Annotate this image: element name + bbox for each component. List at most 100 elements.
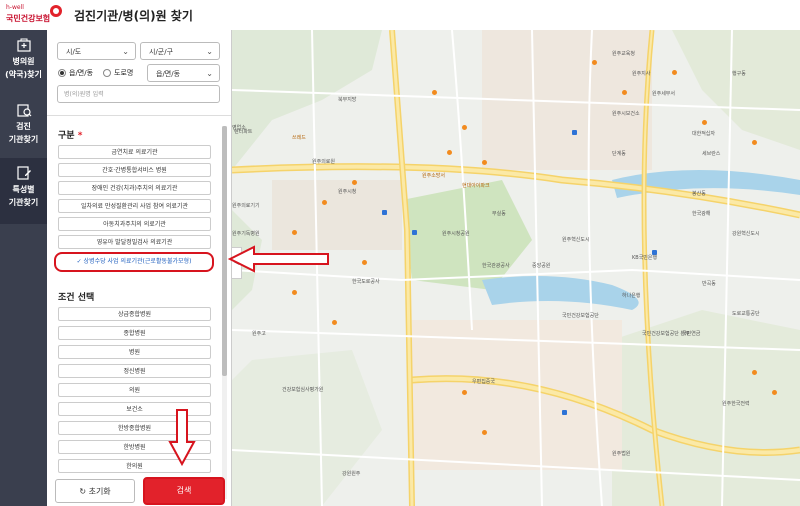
nhis-logo[interactable]: h-well 국민건강보험 [6, 4, 66, 26]
nav-label: 특성별 [12, 185, 35, 194]
radio-road[interactable]: 도로명 [103, 67, 133, 79]
map-label: 원주시청공원 [442, 231, 470, 237]
map-label: 행구동 [732, 71, 746, 77]
map-poi-icon[interactable] [482, 430, 487, 435]
map-poi-icon[interactable] [352, 180, 357, 185]
nav-item-hospital[interactable]: 병의원 (약국)찾기 [0, 30, 47, 92]
category-title-text: 구분 [58, 131, 75, 141]
sido-select[interactable]: 시/도 ⌄ [57, 42, 136, 60]
nav-label: 기관찾기 [8, 198, 39, 207]
edit-document-icon [16, 166, 31, 180]
map-bank-icon[interactable] [412, 230, 417, 235]
map-label: 강원혁신도시 [732, 231, 760, 237]
map-poi-icon[interactable] [462, 390, 467, 395]
category-option[interactable]: 간호·간병통합서비스 병원 [58, 163, 211, 177]
hospital-name-input[interactable]: 병(의)원명 입력 [57, 85, 220, 103]
category-option-selected[interactable]: ✓ 상병수당 사업 의료기관(근로활동불가모형) [54, 252, 214, 272]
category-title: 구분 * [58, 128, 82, 141]
scrollbar[interactable] [222, 126, 227, 499]
left-nav: 병의원 (약국)찾기 검진 기관찾기 특성별 기관찾기 [0, 30, 47, 506]
chevron-down-icon: ⌄ [206, 69, 213, 78]
sigungu-select[interactable]: 시/군/구 ⌄ [140, 42, 220, 60]
map-poi-icon[interactable] [432, 90, 437, 95]
map-poi-icon[interactable] [752, 370, 757, 375]
map-label: 원주교육청 [612, 51, 636, 57]
map-poi-icon[interactable] [702, 120, 707, 125]
map-label: 원주지사 [632, 71, 651, 77]
map-bank-icon[interactable] [382, 210, 387, 215]
option-label: 상병수당 사업 의료기관(근로활동불가모형) [83, 258, 192, 265]
map-label: 단계동 [612, 151, 626, 157]
condition-option[interactable]: 의원 [58, 383, 211, 397]
nav-label: 검진 [16, 122, 31, 131]
map-label: 강원원주 [342, 471, 361, 477]
map-label: 도로교통공단 [732, 311, 760, 317]
search-button[interactable]: 검색 [143, 477, 225, 505]
conditions-title: 조건 선택 [58, 293, 95, 303]
emd-select[interactable]: 읍/면/동 ⌄ [147, 64, 220, 82]
map-label: 원주법원 [612, 451, 631, 457]
map-label: 북부지방 [338, 97, 357, 103]
map-poi-icon[interactable] [332, 320, 337, 325]
map-poi-icon[interactable] [362, 260, 367, 265]
map-label: 한국도로공사 [352, 279, 380, 285]
map-label: 대한적십자 [692, 131, 716, 137]
required-mark: * [77, 131, 83, 141]
nav-item-special[interactable]: 특성별 기관찾기 [0, 158, 47, 224]
map-label: 원주시청 [338, 189, 357, 195]
annotation-left-arrow [227, 245, 329, 273]
condition-option[interactable]: 종합병원 [58, 326, 211, 340]
nav-item-checkup[interactable]: 검진 기관찾기 [0, 95, 47, 157]
emd-value: 읍/면/동 [156, 70, 181, 78]
reset-label: 초기화 [88, 487, 111, 496]
map-poi-icon[interactable] [672, 70, 677, 75]
map-label: 반곡동 [702, 281, 716, 287]
map-label: 원주의료원 [312, 159, 336, 165]
map-label: 원주한국전력 [722, 401, 750, 407]
clipboard-search-icon [16, 104, 31, 117]
nav-label: 병의원 [12, 57, 35, 66]
category-option[interactable]: 영유아 발달정밀검사 의료기관 [58, 235, 211, 249]
map-poi-icon[interactable] [752, 140, 757, 145]
reset-button[interactable]: ↻ 초기화 [55, 479, 135, 503]
map-poi-icon[interactable] [322, 200, 327, 205]
map-label: 현대아이파크 [462, 183, 490, 189]
map-label: 원주혁신도시 [562, 237, 590, 243]
category-option[interactable]: 아동치과주치의 의료기관 [58, 217, 211, 231]
map-poi-icon[interactable] [462, 125, 467, 130]
map-label: 우편집중국 [472, 379, 496, 385]
sido-value: 시/도 [66, 48, 82, 56]
map-label: 하나은행 [622, 293, 641, 299]
map-label: 무실동 [492, 211, 506, 217]
map-bank-icon[interactable] [562, 410, 567, 415]
map-label: 봉산동 [692, 191, 706, 197]
map-poi-icon[interactable] [447, 150, 452, 155]
map-poi-icon[interactable] [592, 60, 597, 65]
hospital-icon [16, 38, 31, 52]
radio-label: 도로명 [114, 69, 134, 77]
radio-emd[interactable]: 읍/면/동 [58, 67, 93, 79]
category-option[interactable]: 장애인 건강(치과)주치의 의료기관 [58, 181, 211, 195]
map-label: 원주세무서 [652, 91, 676, 97]
logo-text: 국민건강보험 [6, 14, 51, 23]
condition-option[interactable]: 정신병원 [58, 364, 211, 378]
map-label: 렌터파트 [234, 129, 253, 135]
condition-option[interactable]: 상급종합병원 [58, 307, 211, 321]
filter-panel: 시/도 ⌄ 시/군/구 ⌄ 읍/면/동 도로명 읍/면/동 ⌄ 병(의)원명 입… [47, 30, 232, 506]
map-label: 한국관광공사 [482, 263, 510, 269]
heart-logo-icon [50, 5, 62, 17]
nav-label: (약국)찾기 [5, 70, 42, 79]
map-bank-icon[interactable] [572, 130, 577, 135]
map-poi-icon[interactable] [292, 230, 297, 235]
sigungu-value: 시/군/구 [149, 48, 174, 56]
category-option[interactable]: 일차의료 만성질환관리 사업 참여 의료기관 [58, 199, 211, 213]
map-label: 원주시보건소 [612, 111, 640, 117]
category-option[interactable]: 금연치료 의료기관 [58, 145, 211, 159]
map-poi-icon[interactable] [482, 160, 487, 165]
map-poi-icon[interactable] [622, 90, 627, 95]
chevron-down-icon: ⌄ [122, 47, 129, 56]
radio-unchecked-icon [103, 69, 111, 77]
map-poi-icon[interactable] [292, 290, 297, 295]
map-poi-icon[interactable] [772, 390, 777, 395]
condition-option[interactable]: 병원 [58, 345, 211, 359]
